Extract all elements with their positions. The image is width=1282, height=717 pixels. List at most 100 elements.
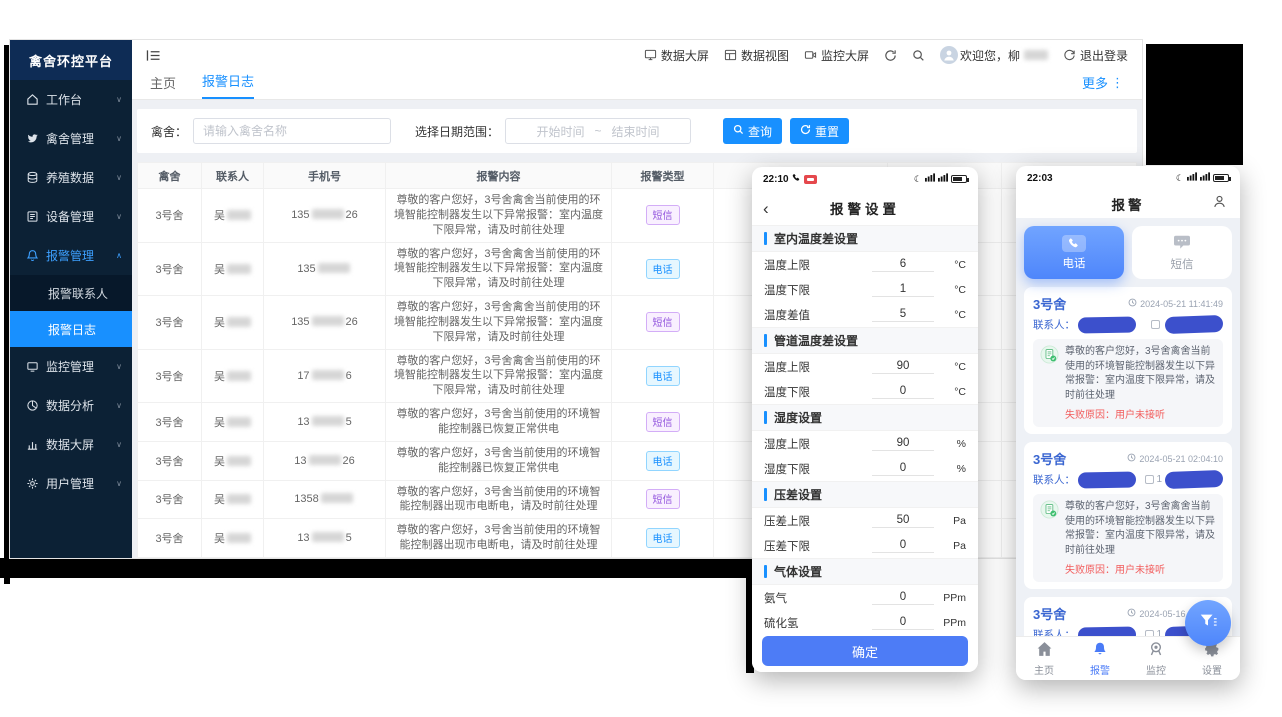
sidebar-item-label: 数据分析 xyxy=(46,397,94,414)
field-label: 湿度下限 xyxy=(764,461,872,477)
redacted-contact xyxy=(227,317,251,327)
field-unit: Pa xyxy=(934,540,966,552)
phone-prefix: 17 xyxy=(297,370,309,382)
nav-alarm[interactable]: 报警 xyxy=(1072,637,1128,680)
sidebar-item-label: 数据大屏 xyxy=(46,436,94,453)
confirm-button[interactable]: 确定 xyxy=(762,636,968,666)
section-header: 管道温度差设置 xyxy=(752,327,978,354)
phone-prefix: 13 xyxy=(297,532,309,544)
section-title: 压差设置 xyxy=(774,486,822,503)
redacted-contact xyxy=(227,210,251,220)
monitor-icon xyxy=(25,360,39,374)
field-value-input[interactable]: 5 xyxy=(872,308,934,322)
table-row: 3号舍 吴 135 尊敬的客户您好，3号舍当前使用的环境智能控制器出现市电断电，… xyxy=(138,519,1137,558)
field-value-input[interactable]: 90 xyxy=(872,437,934,451)
more-dots-icon: ⋮ xyxy=(1111,75,1124,91)
alarm-card[interactable]: 3号舍 2024-05-21 11:41:49 联系人： xyxy=(1024,287,1232,434)
back-chevron-icon[interactable]: ‹ xyxy=(763,200,769,217)
alarm-content-cell: 尊敬的客户您好，3号舍当前使用的环境智能控制器出现市电断电，请及时前往处理 xyxy=(386,480,612,519)
field-value-input[interactable]: 0 xyxy=(872,539,934,553)
field-value-input[interactable]: 0 xyxy=(872,462,934,476)
toggle-sms-tab[interactable]: 短信 xyxy=(1132,226,1232,279)
status-left: 22:03 xyxy=(1027,173,1053,184)
tab-alarm-log[interactable]: 报警日志 xyxy=(202,71,254,99)
section-accent-bar xyxy=(764,488,767,501)
field-value-input[interactable]: 0 xyxy=(872,385,934,399)
sidebar-item-monitor-mgmt[interactable]: 监控管理 ∨ xyxy=(10,347,132,386)
sidebar-item-alarm-contacts[interactable]: 报警联系人 xyxy=(10,275,132,311)
phone-prefix: 1 xyxy=(1156,629,1162,636)
logout-label: 退出登录 xyxy=(1080,47,1128,64)
funnel-icon xyxy=(1198,611,1218,636)
house-search-input[interactable] xyxy=(193,118,391,144)
table-row: 3号舍 吴 13526 尊敬的客户您好，3号舍禽舍当前使用的环境智能控制器发生以… xyxy=(138,189,1137,243)
phone-suffix: 5 xyxy=(346,532,352,544)
collapse-sidebar-icon[interactable] xyxy=(146,49,161,62)
setting-field-row: 湿度下限 0 % xyxy=(752,456,978,481)
house-cell: 3号舍 xyxy=(138,189,202,243)
sidebar-item-farm-data[interactable]: 养殖数据 ∨ xyxy=(10,158,132,197)
date-range-input[interactable]: 开始时间 ~ 结束时间 xyxy=(505,118,691,144)
field-value-input[interactable]: 50 xyxy=(872,514,934,528)
field-value-input[interactable]: 0 xyxy=(872,616,934,630)
reset-button[interactable]: 重置 xyxy=(790,118,849,144)
link-monitor-screen[interactable]: 监控大屏 xyxy=(804,47,869,64)
alarm-type-cell: 短信 xyxy=(612,557,714,558)
refresh-icon[interactable] xyxy=(884,49,897,62)
device-list-icon xyxy=(25,210,39,224)
redacted-contact-name xyxy=(1078,626,1136,636)
nav-home[interactable]: 主页 xyxy=(1016,637,1072,680)
toggle-call-tab[interactable]: 电话 xyxy=(1024,226,1124,279)
reset-button-label: 重置 xyxy=(815,123,839,140)
document-check-icon xyxy=(1040,345,1059,421)
field-value-input[interactable]: 0 xyxy=(872,591,934,605)
more-button[interactable]: 更多 ⋮ xyxy=(1082,73,1124,99)
col-house: 禽舍 xyxy=(138,163,202,189)
sidebar-item-data-screen[interactable]: 数据大屏 ∨ xyxy=(10,425,132,464)
settings-body: 室内温度差设置 温度上限 6 °C 温度下限 1 xyxy=(752,225,978,672)
fail-reason-text: 失败原因：用户未接听 xyxy=(1065,406,1216,421)
logout-link[interactable]: 退出登录 xyxy=(1063,47,1128,64)
col-type: 报警类型 xyxy=(612,163,714,189)
sidebar-item-workbench[interactable]: 工作台 ∨ xyxy=(10,80,132,119)
search-icon[interactable] xyxy=(912,49,925,62)
alarm-type-badge: 电话 xyxy=(646,528,680,548)
signal-icon xyxy=(1187,172,1197,184)
field-value-input[interactable]: 6 xyxy=(872,258,934,272)
tab-home[interactable]: 主页 xyxy=(150,73,176,99)
link-data-view[interactable]: 数据视图 xyxy=(724,47,789,64)
person-icon[interactable] xyxy=(1212,194,1227,212)
phone-cell: 1358 xyxy=(264,557,386,558)
setting-field-row: 温度上限 6 °C xyxy=(752,252,978,277)
sidebar-item-house-mgmt[interactable]: 禽舍管理 ∨ xyxy=(10,119,132,158)
field-label: 温度上限 xyxy=(764,359,872,375)
chevron-down-icon: ∨ xyxy=(116,479,122,488)
sidebar-item-label: 用户管理 xyxy=(46,475,94,492)
nav-label: 设置 xyxy=(1202,662,1222,677)
message-square-icon xyxy=(1145,475,1154,484)
field-value-input[interactable]: 1 xyxy=(872,283,934,297)
alarm-card[interactable]: 3号舍 2024-05-21 02:04:10 联系人： 1 xyxy=(1024,442,1232,589)
setting-field-row: 温度下限 1 °C xyxy=(752,277,978,302)
sidebar-item-device-mgmt[interactable]: 设备管理 ∨ xyxy=(10,197,132,236)
sidebar-item-alarm-log[interactable]: 报警日志 xyxy=(10,311,132,347)
home-icon xyxy=(25,93,39,107)
date-range-label: 选择日期范围： xyxy=(415,123,499,140)
sidebar-item-alarm-mgmt[interactable]: 报警管理 ∧ xyxy=(10,236,132,275)
alarm-content-cell: 尊敬的客户您好，3号舍禽舍当前使用的环境智能控制器发生以下异常报警：室内温度下限… xyxy=(386,557,612,558)
section-fields: 湿度上限 90 % 湿度下限 0 % xyxy=(752,431,978,481)
field-value-input[interactable]: 90 xyxy=(872,360,934,374)
nav-monitor[interactable]: 监控 xyxy=(1128,637,1184,680)
alarm-message-box: 尊敬的客户您好，3号舍禽舍当前使用的环境智能控制器发生以下异常报警：室内温度下限… xyxy=(1033,339,1223,427)
link-data-screen[interactable]: 数据大屏 xyxy=(644,47,709,64)
contact-label: 联系人： xyxy=(1033,627,1075,636)
phone-prefix: 13 xyxy=(297,416,309,428)
date-start-placeholder: 开始时间 xyxy=(537,123,585,140)
alarm-message-text: 尊敬的客户您好，3号舍禽舍当前使用的环境智能控制器发生以下异常报警：室内温度下限… xyxy=(1065,345,1216,403)
sidebar-item-data-analysis[interactable]: 数据分析 ∨ xyxy=(10,386,132,425)
sidebar-item-user-mgmt[interactable]: 用户管理 ∨ xyxy=(10,464,132,503)
search-button[interactable]: 查询 xyxy=(723,118,782,144)
redacted-phone xyxy=(321,493,353,503)
phone-cell: 13526 xyxy=(264,189,386,243)
filter-fab-button[interactable] xyxy=(1185,600,1231,646)
